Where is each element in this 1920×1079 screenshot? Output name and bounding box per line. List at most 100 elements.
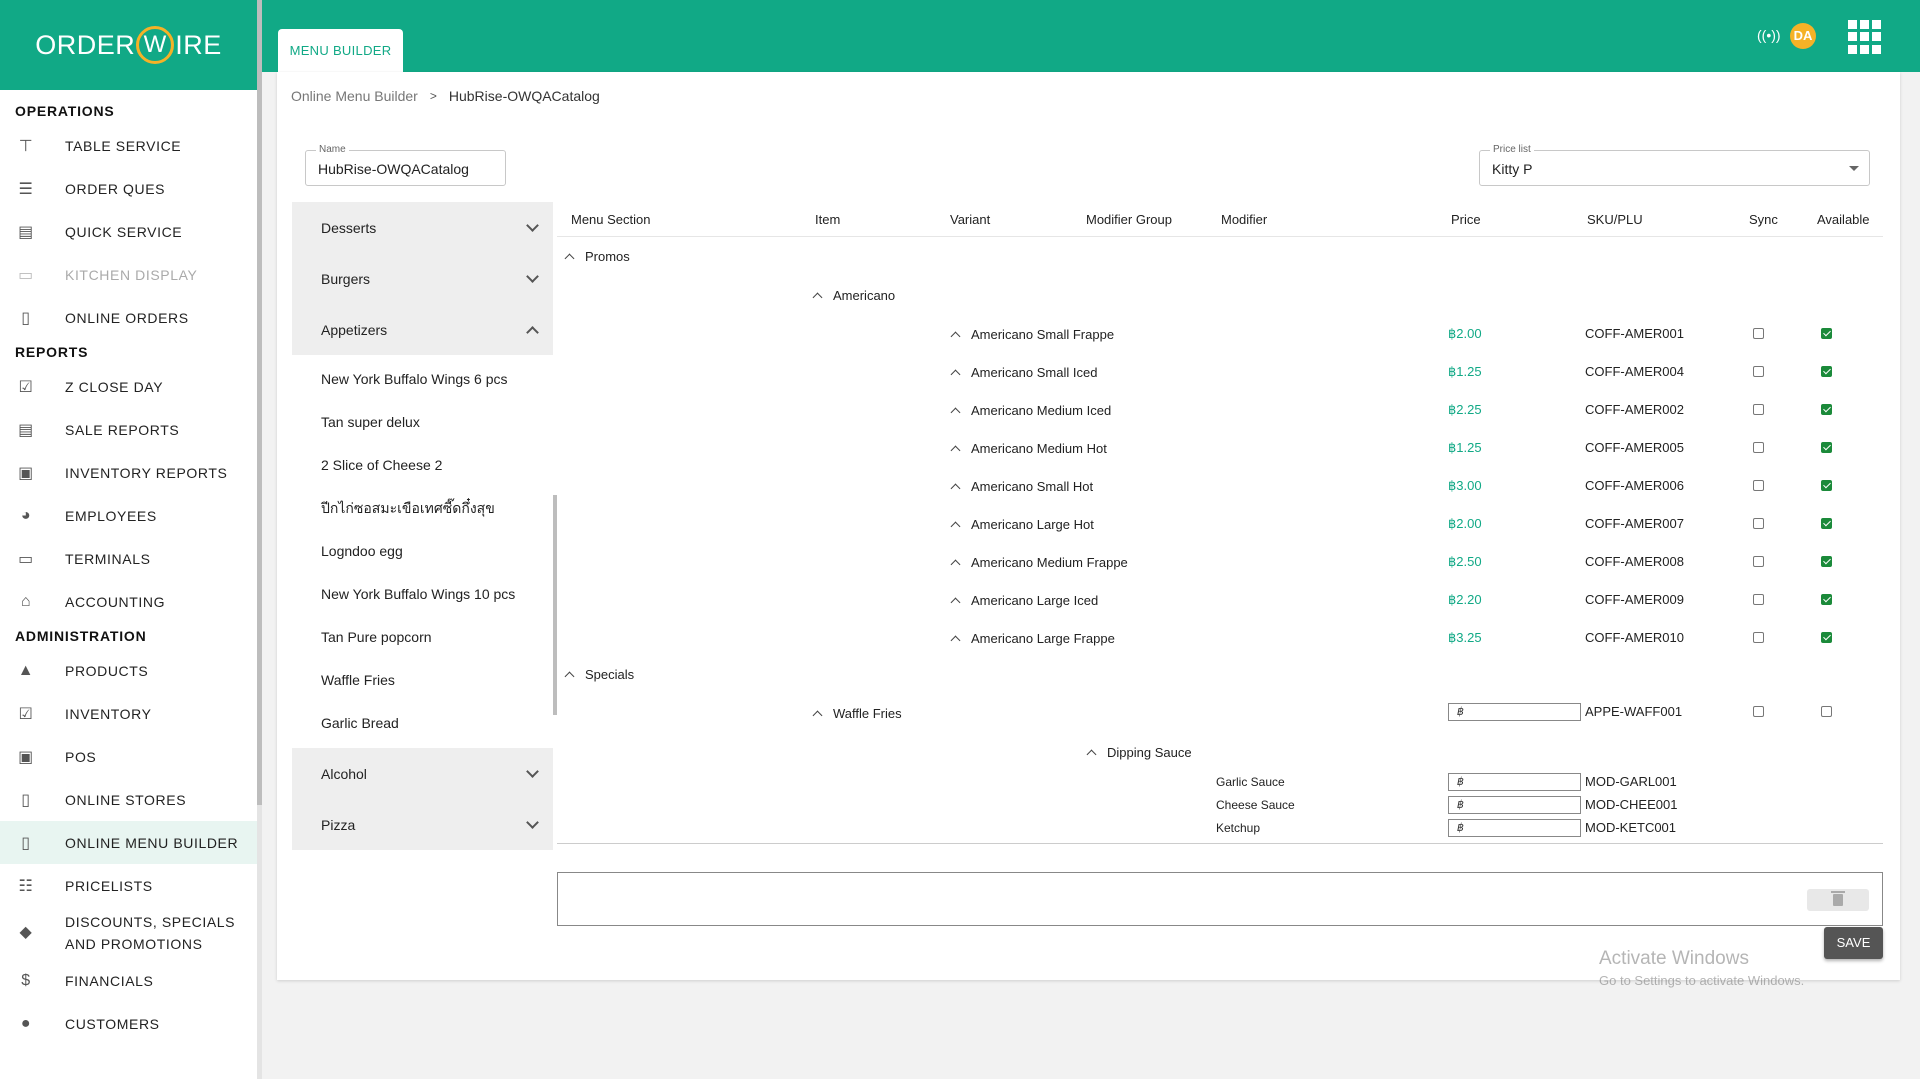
category-product-item[interactable]: Waffle Fries (292, 659, 553, 702)
chevron-up-icon[interactable] (950, 407, 961, 417)
category-product-item[interactable]: New York Buffalo Wings 10 pcs (292, 573, 553, 616)
chevron-down-icon[interactable] (526, 765, 539, 778)
available-checkbox[interactable] (1821, 632, 1832, 643)
available-checkbox[interactable] (1821, 594, 1832, 605)
sidebar-item-products[interactable]: ▲ PRODUCTS (0, 649, 257, 692)
sidebar-item-sale-reports[interactable]: ▤ SALE REPORTS (0, 408, 257, 451)
chevron-up-icon[interactable] (950, 521, 961, 531)
tab-menu-builder[interactable]: MENU BUILDER (278, 29, 403, 72)
sidebar-item-discounts-specials-and-promotions[interactable]: ◆ DISCOUNTS, SPECIALS AND PROMOTIONS (0, 907, 257, 959)
category-header[interactable]: Appetizers (292, 304, 553, 355)
category-product-item[interactable]: Tan super delux (292, 401, 553, 444)
sidebar-item-accounting[interactable]: ⌂ ACCOUNTING (0, 580, 257, 623)
chevron-up-icon[interactable] (950, 445, 961, 455)
chevron-up-icon[interactable] (950, 635, 961, 645)
variant-row: Americano Small Frappe (950, 323, 1114, 345)
item-price-input[interactable]: ฿ (1448, 703, 1581, 721)
chevron-up-icon[interactable] (564, 253, 575, 263)
sidebar-item-inventory[interactable]: ☑ INVENTORY (0, 692, 257, 735)
category-product-item[interactable]: Tan Pure popcorn (292, 616, 553, 659)
sync-checkbox[interactable] (1753, 480, 1764, 491)
name-input[interactable] (318, 161, 488, 177)
breadcrumb-root[interactable]: Online Menu Builder (291, 88, 418, 104)
chevron-up-icon[interactable] (950, 369, 961, 379)
chevron-up-icon[interactable] (564, 671, 575, 681)
sidebar-item-terminals[interactable]: ▭ TERMINALS (0, 537, 257, 580)
variant-price: ฿2.25 (1448, 402, 1482, 417)
category-header[interactable]: Alcohol (292, 748, 553, 799)
category-product-item[interactable]: 2 Slice of Cheese 2 (292, 444, 553, 487)
sync-checkbox[interactable] (1753, 518, 1764, 529)
pricelist-select[interactable]: Price list Kitty P (1479, 144, 1870, 186)
sidebar-item-online-stores[interactable]: ▯ ONLINE STORES (0, 778, 257, 821)
chevron-up-icon[interactable] (812, 292, 823, 302)
avatar[interactable]: DA (1790, 23, 1816, 49)
sidebar-item-pos[interactable]: ▣ POS (0, 735, 257, 778)
sidebar-item-label: ACCOUNTING (65, 593, 166, 610)
category-header[interactable]: Pizza (292, 799, 553, 850)
apps-grid-icon[interactable] (1848, 20, 1882, 54)
category-product-item[interactable]: Garlic Bread (292, 702, 553, 745)
available-checkbox[interactable] (1821, 366, 1832, 377)
dropdown-caret-icon (1849, 166, 1859, 171)
chevron-up-icon[interactable] (950, 331, 961, 341)
category-header[interactable]: Desserts (292, 202, 553, 253)
sidebar-scrollbar[interactable] (257, 0, 262, 1079)
category-header[interactable]: Burgers (292, 253, 553, 304)
modifier-price-input[interactable]: ฿ (1448, 773, 1581, 791)
name-field[interactable]: Name (305, 144, 506, 186)
delete-button[interactable] (1807, 889, 1869, 911)
chevron-down-icon[interactable] (526, 270, 539, 283)
save-button[interactable]: SAVE (1824, 927, 1883, 959)
sidebar-item-employees[interactable]: ◕ EMPLOYEES (0, 494, 257, 537)
available-checkbox[interactable] (1821, 556, 1832, 567)
sidebar-item-pricelists[interactable]: ☷ PRICELISTS (0, 864, 257, 907)
sidebar-scrollbar-thumb[interactable] (257, 0, 262, 805)
chevron-up-icon[interactable] (1086, 749, 1097, 759)
sidebar-item-label: INVENTORY REPORTS (65, 464, 228, 481)
category-product-item[interactable]: ปีกไก่ซอสมะเขือเทศซี๊ดกึ๋งสุข (292, 487, 553, 530)
chevron-down-icon[interactable] (526, 816, 539, 829)
monitor-icon: ▭ (18, 266, 34, 284)
chevron-down-icon[interactable] (526, 219, 539, 232)
sync-checkbox[interactable] (1753, 442, 1764, 453)
sync-checkbox[interactable] (1753, 404, 1764, 415)
sync-checkbox[interactable] (1753, 632, 1764, 643)
category-product-item[interactable]: New York Buffalo Wings 6 pcs (292, 358, 553, 401)
sync-checkbox[interactable] (1753, 706, 1764, 717)
sidebar-nav: OPERATIONS ⊤ TABLE SERVICE ☰ ORDER QUES ▤ QUIC… (0, 90, 257, 1045)
sync-checkbox[interactable] (1753, 556, 1764, 567)
sync-checkbox[interactable] (1753, 328, 1764, 339)
chevron-up-icon[interactable] (950, 597, 961, 607)
chevron-up-icon[interactable] (812, 710, 823, 720)
sidebar-item-online-orders[interactable]: ▯ ONLINE ORDERS (0, 296, 257, 339)
chevron-up-icon[interactable] (950, 559, 961, 569)
tag-icon: ◆ (19, 924, 33, 941)
sidebar-item-customers[interactable]: ● CUSTOMERS (0, 1002, 257, 1045)
available-checkbox[interactable] (1821, 518, 1832, 529)
available-checkbox[interactable] (1821, 706, 1832, 717)
sync-checkbox[interactable] (1753, 594, 1764, 605)
chevron-up-icon[interactable] (950, 483, 961, 493)
available-checkbox[interactable] (1821, 328, 1832, 339)
sidebar-item-order-ques[interactable]: ☰ ORDER QUES (0, 167, 257, 210)
sync-checkbox[interactable] (1753, 366, 1764, 377)
sidebar-item-table-service[interactable]: ⊤ TABLE SERVICE (0, 124, 257, 167)
category-product-item[interactable]: Logndoo egg (292, 530, 553, 573)
sidebar-item-label: DISCOUNTS, SPECIALS AND PROMOTIONS (65, 914, 236, 952)
available-checkbox[interactable] (1821, 480, 1832, 491)
chevron-up-icon[interactable] (526, 326, 539, 339)
broadcast-icon[interactable]: ((•)) (1757, 27, 1781, 43)
sidebar-item-z-close-day[interactable]: ☑ Z CLOSE DAY (0, 365, 257, 408)
sidebar-item-label: KITCHEN DISPLAY (65, 266, 198, 283)
sidebar-item-inventory-reports[interactable]: ▣ INVENTORY REPORTS (0, 451, 257, 494)
col-price: Price (1451, 212, 1481, 227)
sidebar-item-quick-service[interactable]: ▤ QUICK SERVICE (0, 210, 257, 253)
sidebar-item-financials[interactable]: $ FINANCIALS (0, 959, 257, 1002)
available-checkbox[interactable] (1821, 404, 1832, 415)
sidebar-item-kitchen-display[interactable]: ▭ KITCHEN DISPLAY (0, 253, 257, 296)
sidebar-item-online-menu-builder[interactable]: ▯ ONLINE MENU BUILDER (0, 821, 257, 864)
modifier-price-input[interactable]: ฿ (1448, 819, 1581, 837)
modifier-price-input[interactable]: ฿ (1448, 796, 1581, 814)
available-checkbox[interactable] (1821, 442, 1832, 453)
